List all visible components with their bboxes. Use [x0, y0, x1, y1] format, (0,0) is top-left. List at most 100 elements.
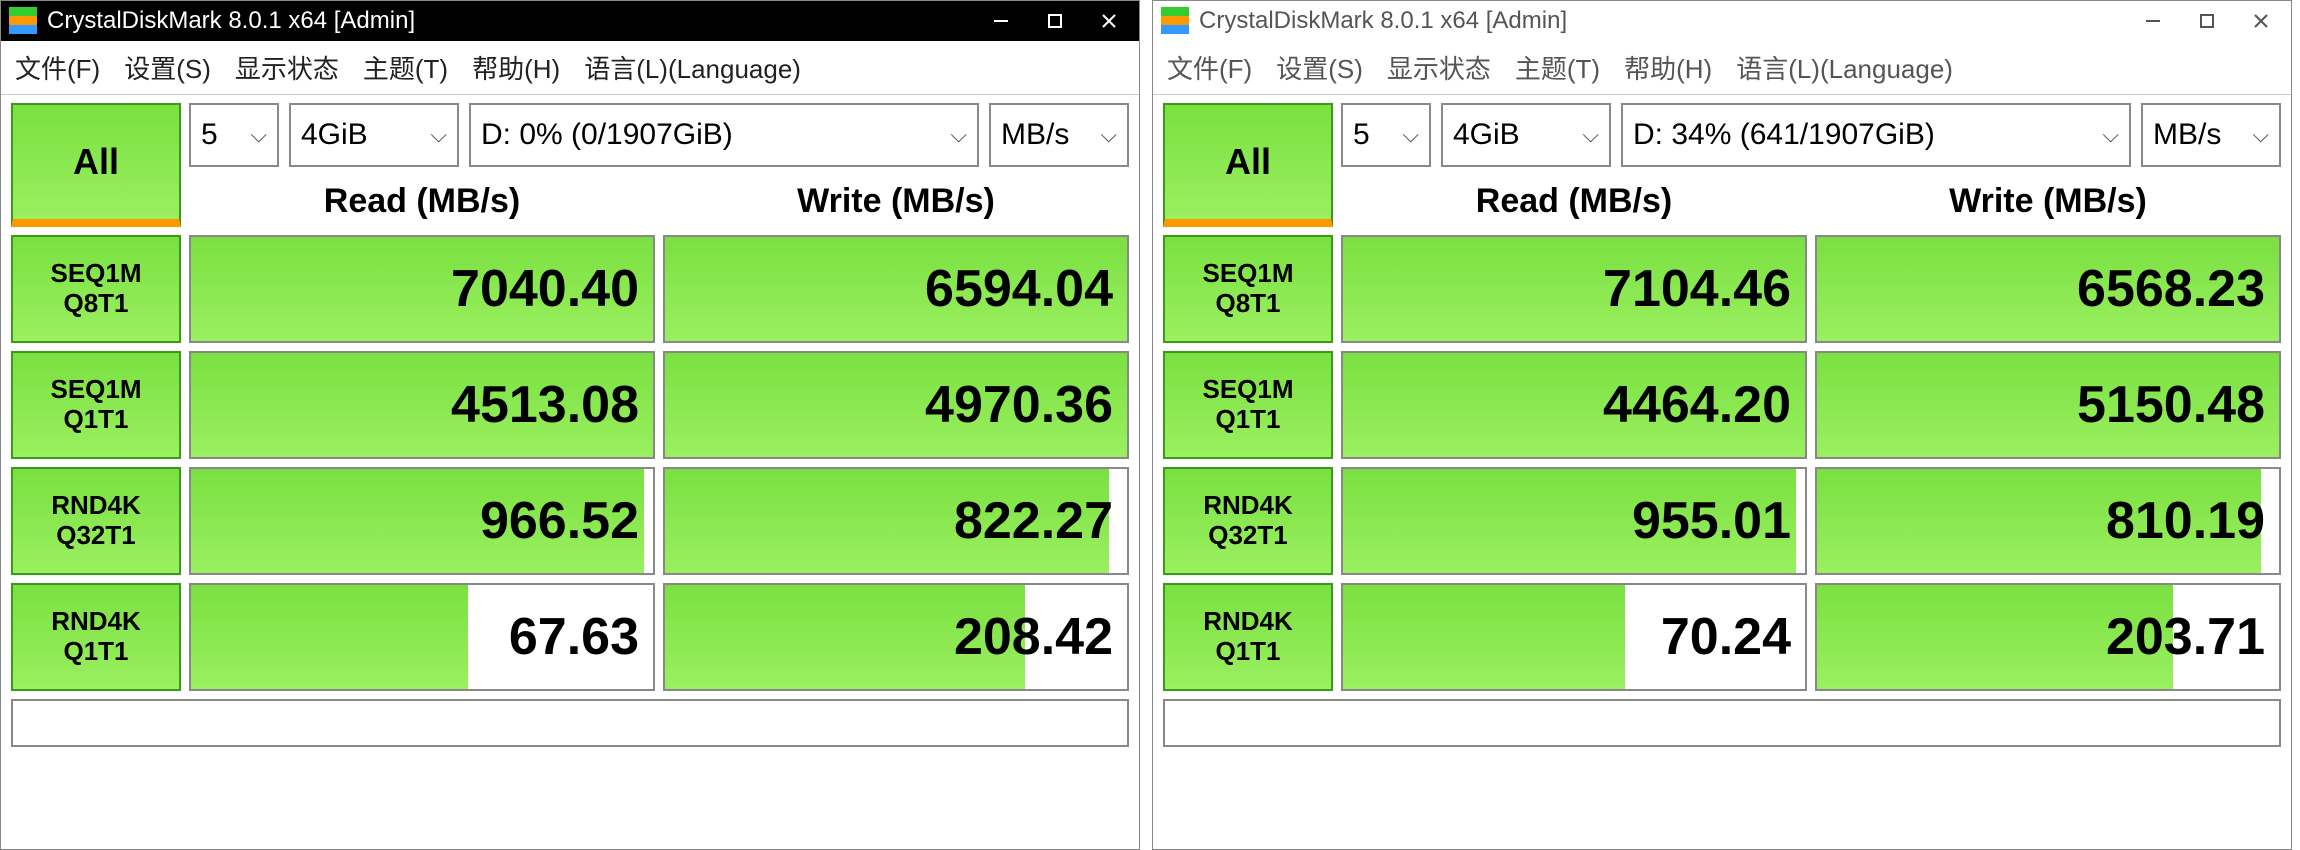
- menu-item[interactable]: 显示状态: [1387, 49, 1491, 86]
- test-label-line1: RND4K: [1203, 491, 1293, 521]
- menu-item[interactable]: 设置(S): [1276, 49, 1363, 86]
- test-label-line2: Q32T1: [56, 521, 136, 551]
- runs-select-value: 5: [1353, 118, 1370, 152]
- runs-select-value: 5: [201, 118, 218, 152]
- read-result-cell: 67.63: [189, 583, 655, 691]
- menu-item[interactable]: 帮助(H): [1624, 49, 1712, 86]
- write-value: 6594.04: [925, 259, 1113, 319]
- runs-select[interactable]: 5⌵: [189, 103, 279, 167]
- test-button[interactable]: SEQ1MQ1T1: [1163, 351, 1333, 459]
- drive-select-value: D: 34% (641/1907GiB): [1633, 118, 1935, 152]
- test-button[interactable]: RND4KQ1T1: [1163, 583, 1333, 691]
- test-label-line2: Q1T1: [1215, 637, 1280, 667]
- menu-item[interactable]: 帮助(H): [472, 49, 560, 86]
- test-size-select[interactable]: 4GiB ⌵: [1441, 103, 1611, 167]
- chevron-down-icon: ⌵: [1100, 122, 1117, 148]
- drive-select-value: D: 0% (0/1907GiB): [481, 118, 733, 152]
- titlebar[interactable]: CrystalDiskMark 8.0.1 x64 [Admin]: [1, 1, 1139, 41]
- maximize-icon[interactable]: [1043, 9, 1067, 33]
- read-result-cell: 70.24: [1341, 583, 1807, 691]
- menu-item[interactable]: 语言(L)(Language): [1736, 49, 1953, 86]
- write-header: Write (MB/s): [1815, 175, 2281, 227]
- menu-item[interactable]: 文件(F): [1167, 49, 1252, 86]
- read-value: 4464.20: [1603, 375, 1791, 435]
- read-value: 4513.08: [451, 375, 639, 435]
- menu-item[interactable]: 显示状态: [235, 49, 339, 86]
- selector-row: 5⌵4GiB⌵D: 0% (0/1907GiB)⌵MB/s⌵: [189, 103, 1129, 167]
- write-value: 5150.48: [2077, 375, 2265, 435]
- read-value: 966.52: [480, 491, 639, 551]
- drive-select[interactable]: D: 34% (641/1907GiB)⌵: [1621, 103, 2131, 167]
- read-result-cell: 4464.20: [1341, 351, 1807, 459]
- app-icon: [9, 7, 37, 35]
- test-button[interactable]: SEQ1MQ8T1: [11, 235, 181, 343]
- write-value: 4970.36: [925, 375, 1113, 435]
- run-all-button[interactable]: All: [1163, 103, 1333, 227]
- write-result-cell: 6594.04: [663, 235, 1129, 343]
- test-label-line2: Q32T1: [1208, 521, 1288, 551]
- window-title: CrystalDiskMark 8.0.1 x64 [Admin]: [1199, 7, 2141, 35]
- window-title: CrystalDiskMark 8.0.1 x64 [Admin]: [47, 7, 989, 35]
- unit-select-value: MB/s: [1001, 118, 1069, 152]
- close-icon[interactable]: [1097, 9, 1121, 33]
- drive-select[interactable]: D: 0% (0/1907GiB) ⌵: [469, 103, 979, 167]
- app-window: CrystalDiskMark 8.0.1 x64 [Admin] 文件(F) 设置…: [0, 0, 1140, 850]
- selector-row: 5⌵4GiB⌵D: 34% (641/1907GiB)⌵MB/s⌵: [1341, 103, 2281, 167]
- read-header: Read (MB/s): [189, 175, 655, 227]
- chevron-down-icon: ⌵: [430, 122, 447, 148]
- run-all-button[interactable]: All: [11, 103, 181, 227]
- minimize-icon[interactable]: [989, 9, 1013, 33]
- read-result-cell: 966.52: [189, 467, 655, 575]
- read-result-cell: 955.01: [1341, 467, 1807, 575]
- chevron-down-icon: ⌵: [950, 122, 967, 148]
- test-button[interactable]: RND4KQ1T1: [11, 583, 181, 691]
- write-value: 203.71: [2106, 607, 2265, 667]
- test-label-line1: RND4K: [51, 491, 141, 521]
- test-label-line2: Q1T1: [1215, 405, 1280, 435]
- test-label-line2: Q1T1: [63, 637, 128, 667]
- test-size-select[interactable]: 4GiB⌵: [289, 103, 459, 167]
- test-button[interactable]: RND4KQ32T1: [11, 467, 181, 575]
- menu-item[interactable]: 语言(L)(Language): [584, 49, 801, 86]
- menu-item[interactable]: 主题(T): [1515, 49, 1600, 86]
- close-icon[interactable]: [2249, 9, 2273, 33]
- test-label-line2: Q8T1: [1215, 289, 1280, 319]
- write-result-cell: 203.71: [1815, 583, 2281, 691]
- write-value: 208.42: [954, 607, 1113, 667]
- read-value: 70.24: [1661, 607, 1791, 667]
- read-header: Read (MB/s): [1341, 175, 1807, 227]
- content-grid: All5⌵4GiB⌵D: 34% (641/1907GiB)⌵MB/s⌵Read…: [1153, 95, 2291, 757]
- read-result-cell: 4513.08: [189, 351, 655, 459]
- test-button[interactable]: SEQ1MQ8T1: [1163, 235, 1333, 343]
- content-grid: All5⌵4GiB⌵D: 0% (0/1907GiB)⌵MB/s⌵Read (M…: [1, 95, 1139, 757]
- unit-select[interactable]: MB/s ⌵: [989, 103, 1129, 167]
- maximize-icon[interactable]: [2195, 9, 2219, 33]
- app-window: CrystalDiskMark 8.0.1 x64 [Admin] 文件(F) 设置…: [1152, 0, 2292, 850]
- read-value: 7104.46: [1603, 259, 1791, 319]
- chevron-down-icon: ⌵: [1582, 122, 1599, 148]
- read-value: 955.01: [1632, 491, 1791, 551]
- menubar: 文件(F) 设置(S) 显示状态主题(T) 帮助(H) 语言(L)(Language): [1, 41, 1139, 95]
- menu-item[interactable]: 设置(S): [124, 49, 211, 86]
- read-value: 7040.40: [451, 259, 639, 319]
- minimize-icon[interactable]: [2141, 9, 2165, 33]
- test-label-line1: RND4K: [51, 607, 141, 637]
- test-label-line2: Q8T1: [63, 289, 128, 319]
- menu-item[interactable]: 文件(F): [15, 49, 100, 86]
- test-button[interactable]: SEQ1MQ1T1: [11, 351, 181, 459]
- unit-select[interactable]: MB/s⌵: [2141, 103, 2281, 167]
- menu-item[interactable]: 主题(T): [363, 49, 448, 86]
- read-value: 67.63: [509, 607, 639, 667]
- write-result-cell: 822.27: [663, 467, 1129, 575]
- status-bar: [11, 699, 1129, 747]
- titlebar[interactable]: CrystalDiskMark 8.0.1 x64 [Admin]: [1153, 1, 2291, 41]
- chevron-down-icon: ⌵: [2252, 122, 2269, 148]
- chevron-down-icon: ⌵: [250, 122, 267, 148]
- test-size-select-value: 4GiB: [1453, 118, 1520, 152]
- test-label-line1: SEQ1M: [50, 259, 141, 289]
- app-icon: [1161, 7, 1189, 35]
- runs-select[interactable]: 5⌵: [1341, 103, 1431, 167]
- test-button[interactable]: RND4KQ32T1: [1163, 467, 1333, 575]
- test-label-line1: SEQ1M: [1202, 375, 1293, 405]
- write-result-cell: 208.42: [663, 583, 1129, 691]
